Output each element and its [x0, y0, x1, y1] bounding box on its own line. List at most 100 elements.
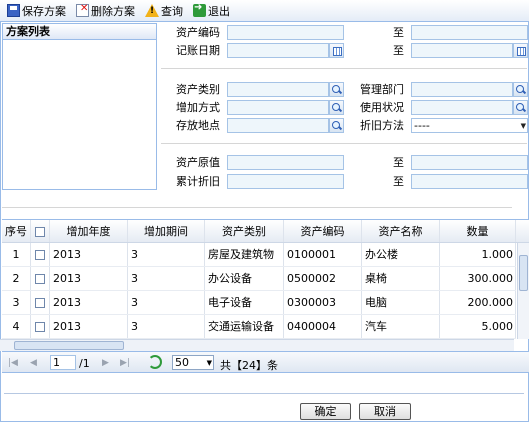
row-number: 4 — [2, 315, 31, 338]
original-value-to-label: 至 — [393, 156, 404, 169]
asset-code-label: 资产编码 — [176, 26, 220, 39]
mgmt-dept-label: 管理部门 — [360, 83, 404, 96]
add-method-label: 增加方式 — [176, 101, 220, 114]
accum-depr-to-label: 至 — [393, 175, 404, 188]
table-row[interactable]: 1 2013 3 房屋及建筑物 0100001 办公楼 1.000 — [2, 243, 516, 267]
exit-button[interactable]: 退出 — [190, 2, 233, 20]
row-category: 交通运输设备 — [205, 315, 284, 338]
row-number: 3 — [2, 291, 31, 314]
delete-scheme-button[interactable]: 删除方案 — [73, 2, 138, 20]
col-header-no[interactable]: 序号 — [2, 220, 31, 242]
row-checkbox[interactable] — [35, 298, 45, 308]
table-row[interactable]: 2 2013 3 办公设备 0500002 桌椅 300.000 — [2, 267, 516, 291]
prev-page-icon[interactable]: ◀ — [30, 358, 37, 368]
col-header-category[interactable]: 资产类别 — [205, 220, 284, 242]
row-code: 0300003 — [284, 291, 362, 314]
delete-scheme-label: 删除方案 — [91, 4, 135, 18]
table-row[interactable]: 3 2013 3 电子设备 0300003 电脑 200.000 — [2, 291, 516, 315]
search-icon[interactable] — [513, 100, 528, 115]
horizontal-scrollbar[interactable] — [0, 339, 514, 351]
table-row[interactable]: 4 2013 3 交通运输设备 0400004 汽车 5.000 — [2, 315, 516, 339]
search-icon[interactable] — [329, 82, 344, 97]
row-name: 办公楼 — [362, 243, 440, 266]
cancel-button[interactable]: 取消 — [359, 403, 411, 420]
horizontal-scroll-thumb[interactable] — [14, 341, 124, 350]
first-page-icon[interactable]: |◀ — [8, 358, 18, 368]
row-year: 2013 — [50, 291, 128, 314]
ok-button[interactable]: 确定 — [300, 403, 351, 420]
scheme-list-title: 方案列表 — [3, 24, 156, 40]
row-checkbox[interactable] — [35, 322, 45, 332]
select-all-checkbox[interactable] — [35, 227, 45, 237]
col-header-period[interactable]: 增加期间 — [128, 220, 205, 242]
col-header-year[interactable]: 增加年度 — [50, 220, 128, 242]
total-count: 共【24】条 — [220, 359, 278, 372]
row-qty: 300.000 — [440, 267, 516, 290]
row-category: 办公设备 — [205, 267, 284, 290]
toolbar: 保存方案 删除方案 查询 退出 — [0, 0, 529, 22]
original-value-to-input[interactable] — [411, 155, 528, 170]
calendar-icon[interactable] — [513, 43, 528, 58]
page-number-input[interactable]: 1 — [50, 355, 76, 370]
refresh-icon[interactable] — [148, 355, 162, 369]
row-category: 电子设备 — [205, 291, 284, 314]
col-header-name[interactable]: 资产名称 — [362, 220, 440, 242]
row-select-cell[interactable] — [31, 243, 50, 266]
date-from-input[interactable] — [227, 43, 329, 58]
category-input[interactable] — [227, 82, 329, 97]
col-header-code[interactable]: 资产编码 — [284, 220, 362, 242]
accum-depr-to-input[interactable] — [411, 174, 528, 189]
row-code: 0500002 — [284, 267, 362, 290]
paging-toolbar: |◀ ◀ 1 /1 ▶ ▶| 50 共【24】条 — [2, 351, 529, 373]
use-status-label: 使用状况 — [360, 101, 404, 114]
row-select-cell[interactable] — [31, 291, 50, 314]
mgmt-dept-input[interactable] — [411, 82, 513, 97]
search-icon[interactable] — [329, 100, 344, 115]
row-period: 3 — [128, 267, 205, 290]
row-qty: 200.000 — [440, 291, 516, 314]
col-header-qty[interactable]: 数量 — [440, 220, 516, 242]
search-icon[interactable] — [329, 118, 344, 133]
col-header-select[interactable] — [31, 220, 50, 242]
query-button[interactable]: 查询 — [142, 2, 186, 20]
row-select-cell[interactable] — [31, 315, 50, 338]
row-name: 电脑 — [362, 291, 440, 314]
depr-method-select[interactable]: ---- — [411, 118, 528, 133]
accum-depr-label: 累计折旧 — [176, 175, 220, 188]
save-scheme-button[interactable]: 保存方案 — [4, 2, 69, 20]
page-total: /1 — [79, 357, 90, 370]
asset-code-to-input[interactable] — [411, 25, 528, 40]
row-checkbox[interactable] — [35, 250, 45, 260]
category-label: 资产类别 — [176, 83, 220, 96]
original-value-from-input[interactable] — [227, 155, 344, 170]
asset-code-from-input[interactable] — [227, 25, 344, 40]
grid-header: 序号 增加年度 增加期间 资产类别 资产编码 资产名称 数量 — [2, 220, 529, 243]
row-checkbox[interactable] — [35, 274, 45, 284]
depr-method-label: 折旧方法 — [360, 119, 404, 132]
row-select-cell[interactable] — [31, 267, 50, 290]
asset-grid: 序号 增加年度 增加期间 资产类别 资产编码 资产名称 数量 1 2013 3 … — [2, 219, 529, 351]
row-period: 3 — [128, 291, 205, 314]
scheme-list-panel[interactable]: 方案列表 — [2, 23, 157, 190]
calendar-icon[interactable] — [329, 43, 344, 58]
search-icon[interactable] — [513, 82, 528, 97]
exit-label: 退出 — [208, 4, 230, 18]
row-qty: 5.000 — [440, 315, 516, 338]
vertical-scrollbar[interactable] — [517, 243, 529, 339]
use-status-input[interactable] — [411, 100, 513, 115]
date-to-input[interactable] — [411, 43, 513, 58]
date-to-label: 至 — [393, 44, 404, 57]
last-page-icon[interactable]: ▶| — [120, 358, 130, 368]
section-divider — [2, 207, 512, 208]
delete-icon — [76, 3, 89, 17]
row-qty: 1.000 — [440, 243, 516, 266]
form-divider — [161, 143, 527, 144]
add-method-input[interactable] — [227, 100, 329, 115]
location-input[interactable] — [227, 118, 329, 133]
original-value-label: 资产原值 — [176, 156, 220, 169]
next-page-icon[interactable]: ▶ — [102, 358, 109, 368]
accum-depr-from-input[interactable] — [227, 174, 344, 189]
vertical-scroll-thumb[interactable] — [519, 255, 528, 291]
page-size-select[interactable]: 50 — [172, 355, 214, 370]
bottom-divider — [4, 393, 524, 394]
